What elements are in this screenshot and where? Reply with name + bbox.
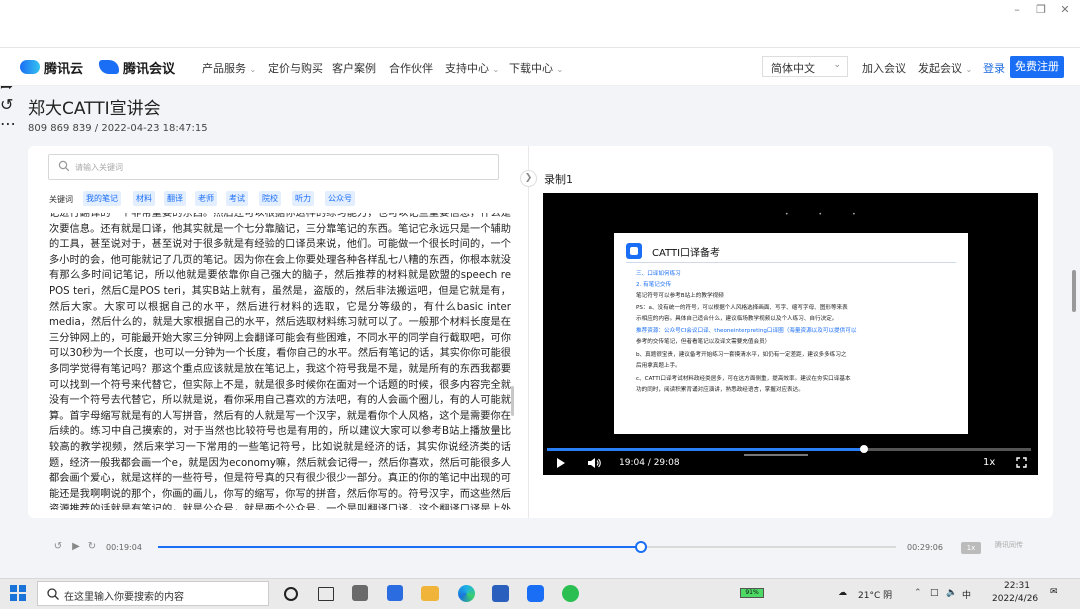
keywords-label: 关键词: [49, 195, 73, 204]
tray-expand-icon[interactable]: ⌃: [914, 588, 922, 598]
page-scrollbar[interactable]: [1072, 270, 1076, 312]
logo-cloud-text: 腾讯云: [44, 61, 84, 77]
extension-icon[interactable]: ↺: [0, 95, 1080, 114]
keyword-tag[interactable]: 我的笔记: [83, 191, 121, 206]
chevron-down-icon: ⌄: [833, 60, 841, 70]
wechat-icon[interactable]: [562, 585, 579, 602]
forward-15-icon[interactable]: ↻: [86, 541, 98, 553]
weather-text[interactable]: 21°C 阴: [858, 588, 892, 601]
battery-indicator: 91%: [740, 588, 764, 598]
close-icon[interactable]: ✕: [1058, 4, 1072, 16]
tencent-meeting-logo[interactable]: 腾讯会议: [99, 57, 175, 77]
panel-divider: [528, 146, 529, 518]
video-time-display: 19:04 / 29:08: [619, 458, 680, 468]
video-progress-fill: [547, 448, 864, 451]
slide-line: 参考的交传笔记，但者看笔记以及译文需要充值会员）: [636, 339, 771, 345]
start-meeting-menu[interactable]: 发起会议 ⌄: [918, 60, 972, 76]
search-icon: [47, 588, 59, 600]
slide-line: c、CATTI口译考试材料政经类居多，可在这方面侧重，提高效率。建议在夯实口译基…: [636, 376, 851, 382]
keyword-tag[interactable]: 院校: [259, 191, 281, 206]
play-icon[interactable]: ▶: [70, 541, 82, 553]
keyword-tag[interactable]: 老师: [195, 191, 217, 206]
transcript-paragraph: 记进行翻译的一个非常重要的东西。然后还可以根据你这样的练习能力，也可以记些重要信…: [49, 213, 511, 510]
collapse-panel-button[interactable]: ❯: [520, 170, 537, 187]
nav-item-pricing[interactable]: 定价与购买: [268, 60, 323, 76]
keyword-tag[interactable]: 听力: [292, 191, 314, 206]
slide-logo-icon: [626, 243, 642, 259]
slide-line: 三、口译如何练习: [636, 271, 681, 277]
nav-item-download[interactable]: 下载中心 ⌄: [509, 60, 563, 76]
nav-item-products[interactable]: 产品服务 ⌄: [202, 60, 256, 76]
audio-current-time: 00:19:04: [106, 543, 142, 552]
audio-progress-fill: [158, 546, 642, 548]
restore-icon[interactable]: ❐: [1034, 4, 1048, 16]
minimize-icon[interactable]: –: [1010, 4, 1024, 16]
keyword-tag[interactable]: 材料: [133, 191, 155, 206]
ime-indicator[interactable]: 中: [962, 588, 971, 601]
slide-line: 示相应的内容。具体自己适合什么，建议临场教学视频以及个人练习、自行决定。: [636, 316, 838, 322]
keyword-tag[interactable]: 考试: [226, 191, 248, 206]
transcript-search-input[interactable]: 请输入关键词: [48, 154, 499, 180]
windows-start-icon[interactable]: [10, 585, 26, 601]
keyword-tag[interactable]: 公众号: [325, 191, 355, 206]
transcript-text: 记进行翻译的一个非常重要的东西。然后还可以根据你这样的练习能力，也可以记些重要信…: [49, 213, 511, 510]
app-icon[interactable]: [387, 585, 403, 601]
task-view-icon[interactable]: [318, 587, 334, 601]
video-marks: •••: [785, 211, 856, 218]
meeting-meta: 809 869 839 / 2022-04-23 18:47:15: [28, 123, 208, 134]
slide-divider: [626, 262, 956, 263]
file-explorer-icon[interactable]: [421, 586, 439, 601]
slide-line: 2. 有笔记交传: [636, 282, 672, 288]
recording-label: 录制1: [544, 173, 573, 186]
app-icon[interactable]: [352, 585, 368, 601]
fullscreen-icon[interactable]: [1016, 457, 1027, 469]
tencent-cloud-logo[interactable]: 腾讯云: [20, 57, 83, 77]
word-icon[interactable]: [492, 585, 509, 602]
register-button[interactable]: 免费注册: [1010, 56, 1064, 78]
tencent-interpret-logo: 腾讯同传: [995, 541, 1023, 549]
taskbar-search-input[interactable]: 在这里输入你要搜索的内容: [37, 581, 269, 606]
volume-icon[interactable]: [587, 457, 601, 469]
tencent-meeting-icon[interactable]: [527, 585, 544, 602]
rewind-15-icon[interactable]: ↺: [52, 541, 64, 553]
slide-line: 后用拿真题上手。: [636, 363, 681, 369]
login-link[interactable]: 登录: [983, 60, 1005, 76]
slide-header: CATTI口译备考: [626, 243, 720, 259]
transcript-scrollbar[interactable]: [511, 386, 514, 416]
cortana-icon[interactable]: [284, 587, 298, 601]
slide-line: 功的同时，阅读积累背诵对应演讲，熟悉政经语言，掌握对应表达。: [636, 387, 804, 393]
search-placeholder: 请输入关键词: [75, 163, 123, 172]
video-segment-marker: [744, 454, 808, 456]
audio-speed-button[interactable]: 1x: [961, 542, 981, 554]
slide-line: 推荐资源：公众号CI会议口译、theoneinterpreting口译圈（海量资…: [636, 328, 857, 334]
language-select[interactable]: 简体中文 ⌄: [762, 56, 848, 77]
taskbar-time[interactable]: 22:31: [1004, 581, 1030, 591]
audio-duration: 00:29:06: [907, 543, 943, 552]
join-meeting-link[interactable]: 加入会议: [862, 60, 906, 76]
search-icon: [58, 160, 70, 172]
nav-item-support[interactable]: 支持中心 ⌄: [445, 60, 499, 76]
nav-item-partners[interactable]: 合作伙伴: [389, 60, 433, 76]
edge-browser-icon[interactable]: [458, 585, 475, 602]
taskbar-search-placeholder: 在这里输入你要搜索的内容: [64, 592, 184, 603]
video-speed-button[interactable]: 1x: [983, 457, 995, 469]
notification-icon[interactable]: ✉: [1050, 587, 1058, 597]
logo-meeting-text: 腾讯会议: [123, 61, 176, 77]
language-select-value: 简体中文: [771, 62, 815, 75]
taskbar-date[interactable]: 2022/4/26: [992, 594, 1038, 604]
volume-icon[interactable]: 🔈: [946, 588, 957, 598]
page-title: 郑大CATTI宣讲会: [28, 99, 161, 119]
presentation-slide: CATTI口译备考 三、口译如何练习 2. 有笔记交传 笔记符号可以参考B站上的…: [614, 233, 968, 434]
slide-line: b、真题很宝贵，建议备考开始练习一套摸清水平，如仍有一定差距，建议多多练习之: [636, 352, 847, 358]
keyword-tag[interactable]: 翻译: [164, 191, 186, 206]
slide-title: CATTI口译备考: [652, 247, 721, 259]
play-icon[interactable]: [556, 457, 566, 469]
slide-line: 笔记符号可以参考B站上的教学视频: [636, 293, 724, 299]
slide-line: PS：a、没有统一的符号，可以根据个人风格选择画面、写字、缩写字母、图形等来表: [636, 305, 848, 311]
browser-toolbar: [0, 0, 1080, 48]
weather-icon: ☁: [838, 588, 847, 598]
video-progress-handle[interactable]: [859, 445, 868, 453]
network-icon[interactable]: □: [930, 588, 939, 598]
nav-item-cases[interactable]: 客户案例: [332, 60, 376, 76]
